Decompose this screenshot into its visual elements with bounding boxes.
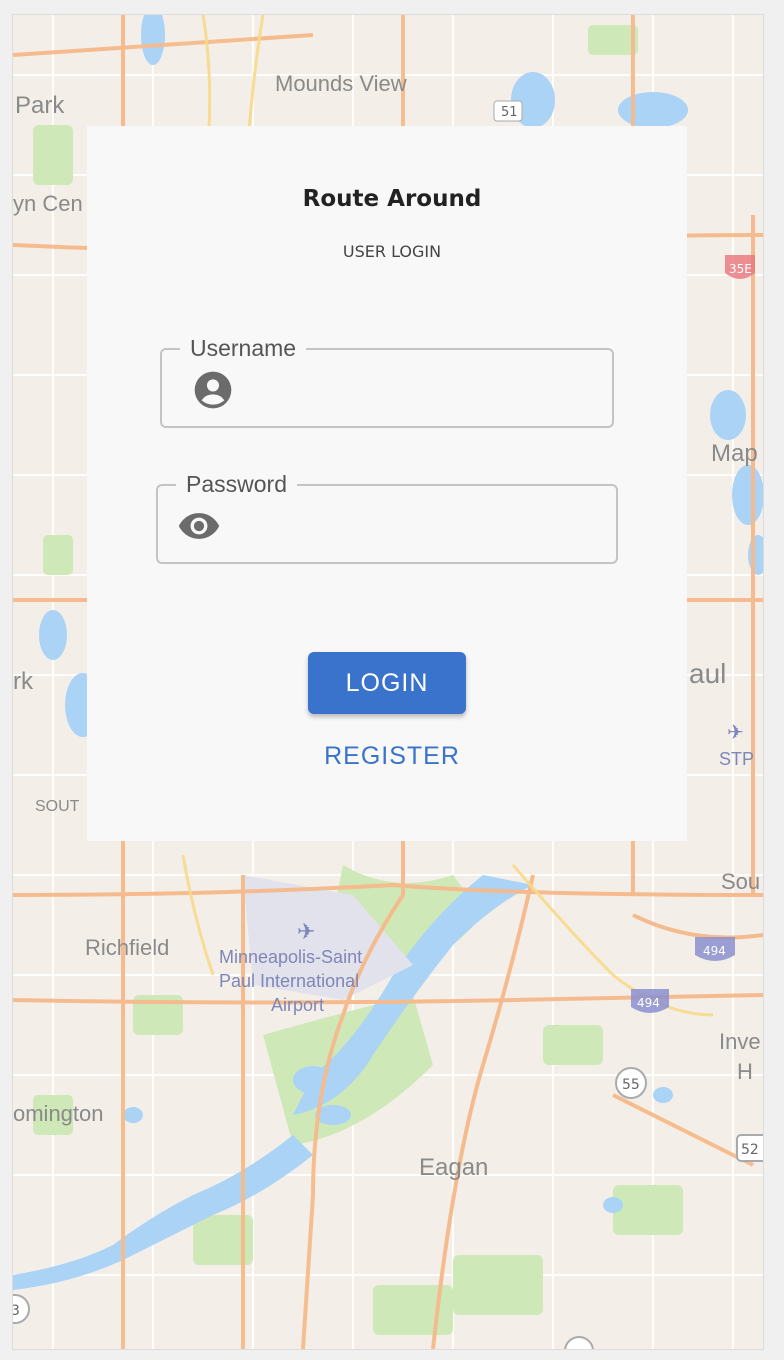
map-label-airport-3: Airport bbox=[271, 995, 324, 1015]
map-label-inver: Inve bbox=[719, 1029, 761, 1054]
svg-text:3: 3 bbox=[13, 1303, 20, 1319]
map-label-park: Park bbox=[15, 92, 65, 119]
shield-494-b-icon: 494 bbox=[631, 989, 669, 1013]
page-subtitle: USER LOGIN bbox=[342, 242, 442, 261]
username-field[interactable]: Username bbox=[160, 334, 614, 428]
shield-55-icon: 55 bbox=[615, 1067, 647, 1099]
shield-494-a-icon: 494 bbox=[695, 937, 735, 961]
username-input[interactable] bbox=[252, 364, 596, 414]
map-label-eagan: Eagan bbox=[419, 1154, 488, 1181]
eye-icon[interactable] bbox=[177, 504, 221, 548]
map-label-paul: aul bbox=[689, 658, 726, 689]
username-label: Username bbox=[180, 334, 307, 362]
register-link[interactable]: REGISTER bbox=[0, 742, 784, 771]
map-label-soul: SOUT bbox=[35, 798, 80, 815]
password-input[interactable] bbox=[248, 500, 592, 550]
map-label-rk: rk bbox=[13, 668, 34, 695]
shield-52-icon: 52 bbox=[736, 1134, 763, 1162]
map-label-south: Sou bbox=[721, 869, 760, 894]
map-label-airport-1: Minneapolis-Saint bbox=[219, 947, 362, 967]
app-title: Route Around bbox=[302, 186, 482, 212]
stp-plane-icon: ✈ bbox=[727, 722, 744, 744]
svg-text:494: 494 bbox=[637, 996, 660, 1010]
shield-51-icon: 51 bbox=[493, 100, 523, 122]
map-label-inver-2: H bbox=[737, 1059, 753, 1084]
account-circle-icon bbox=[194, 371, 232, 409]
login-button[interactable]: LOGIN bbox=[308, 652, 466, 714]
map-label-richfield: Richfield bbox=[85, 935, 169, 960]
map-label-bloomington: omington bbox=[13, 1101, 104, 1126]
map-label-mounds-view: Mounds View bbox=[275, 71, 407, 96]
password-field[interactable]: Password bbox=[156, 470, 618, 564]
svg-text:494: 494 bbox=[703, 944, 726, 958]
svg-text:52: 52 bbox=[741, 1142, 759, 1158]
map-label-maple: Map bbox=[711, 440, 758, 467]
map-label-airport-2: Paul International bbox=[219, 971, 359, 991]
password-label: Password bbox=[176, 470, 297, 498]
svg-text:35E: 35E bbox=[729, 262, 752, 276]
svg-text:55: 55 bbox=[622, 1077, 640, 1093]
airport-plane-icon: ✈ bbox=[297, 919, 315, 944]
svg-text:51: 51 bbox=[501, 105, 518, 120]
